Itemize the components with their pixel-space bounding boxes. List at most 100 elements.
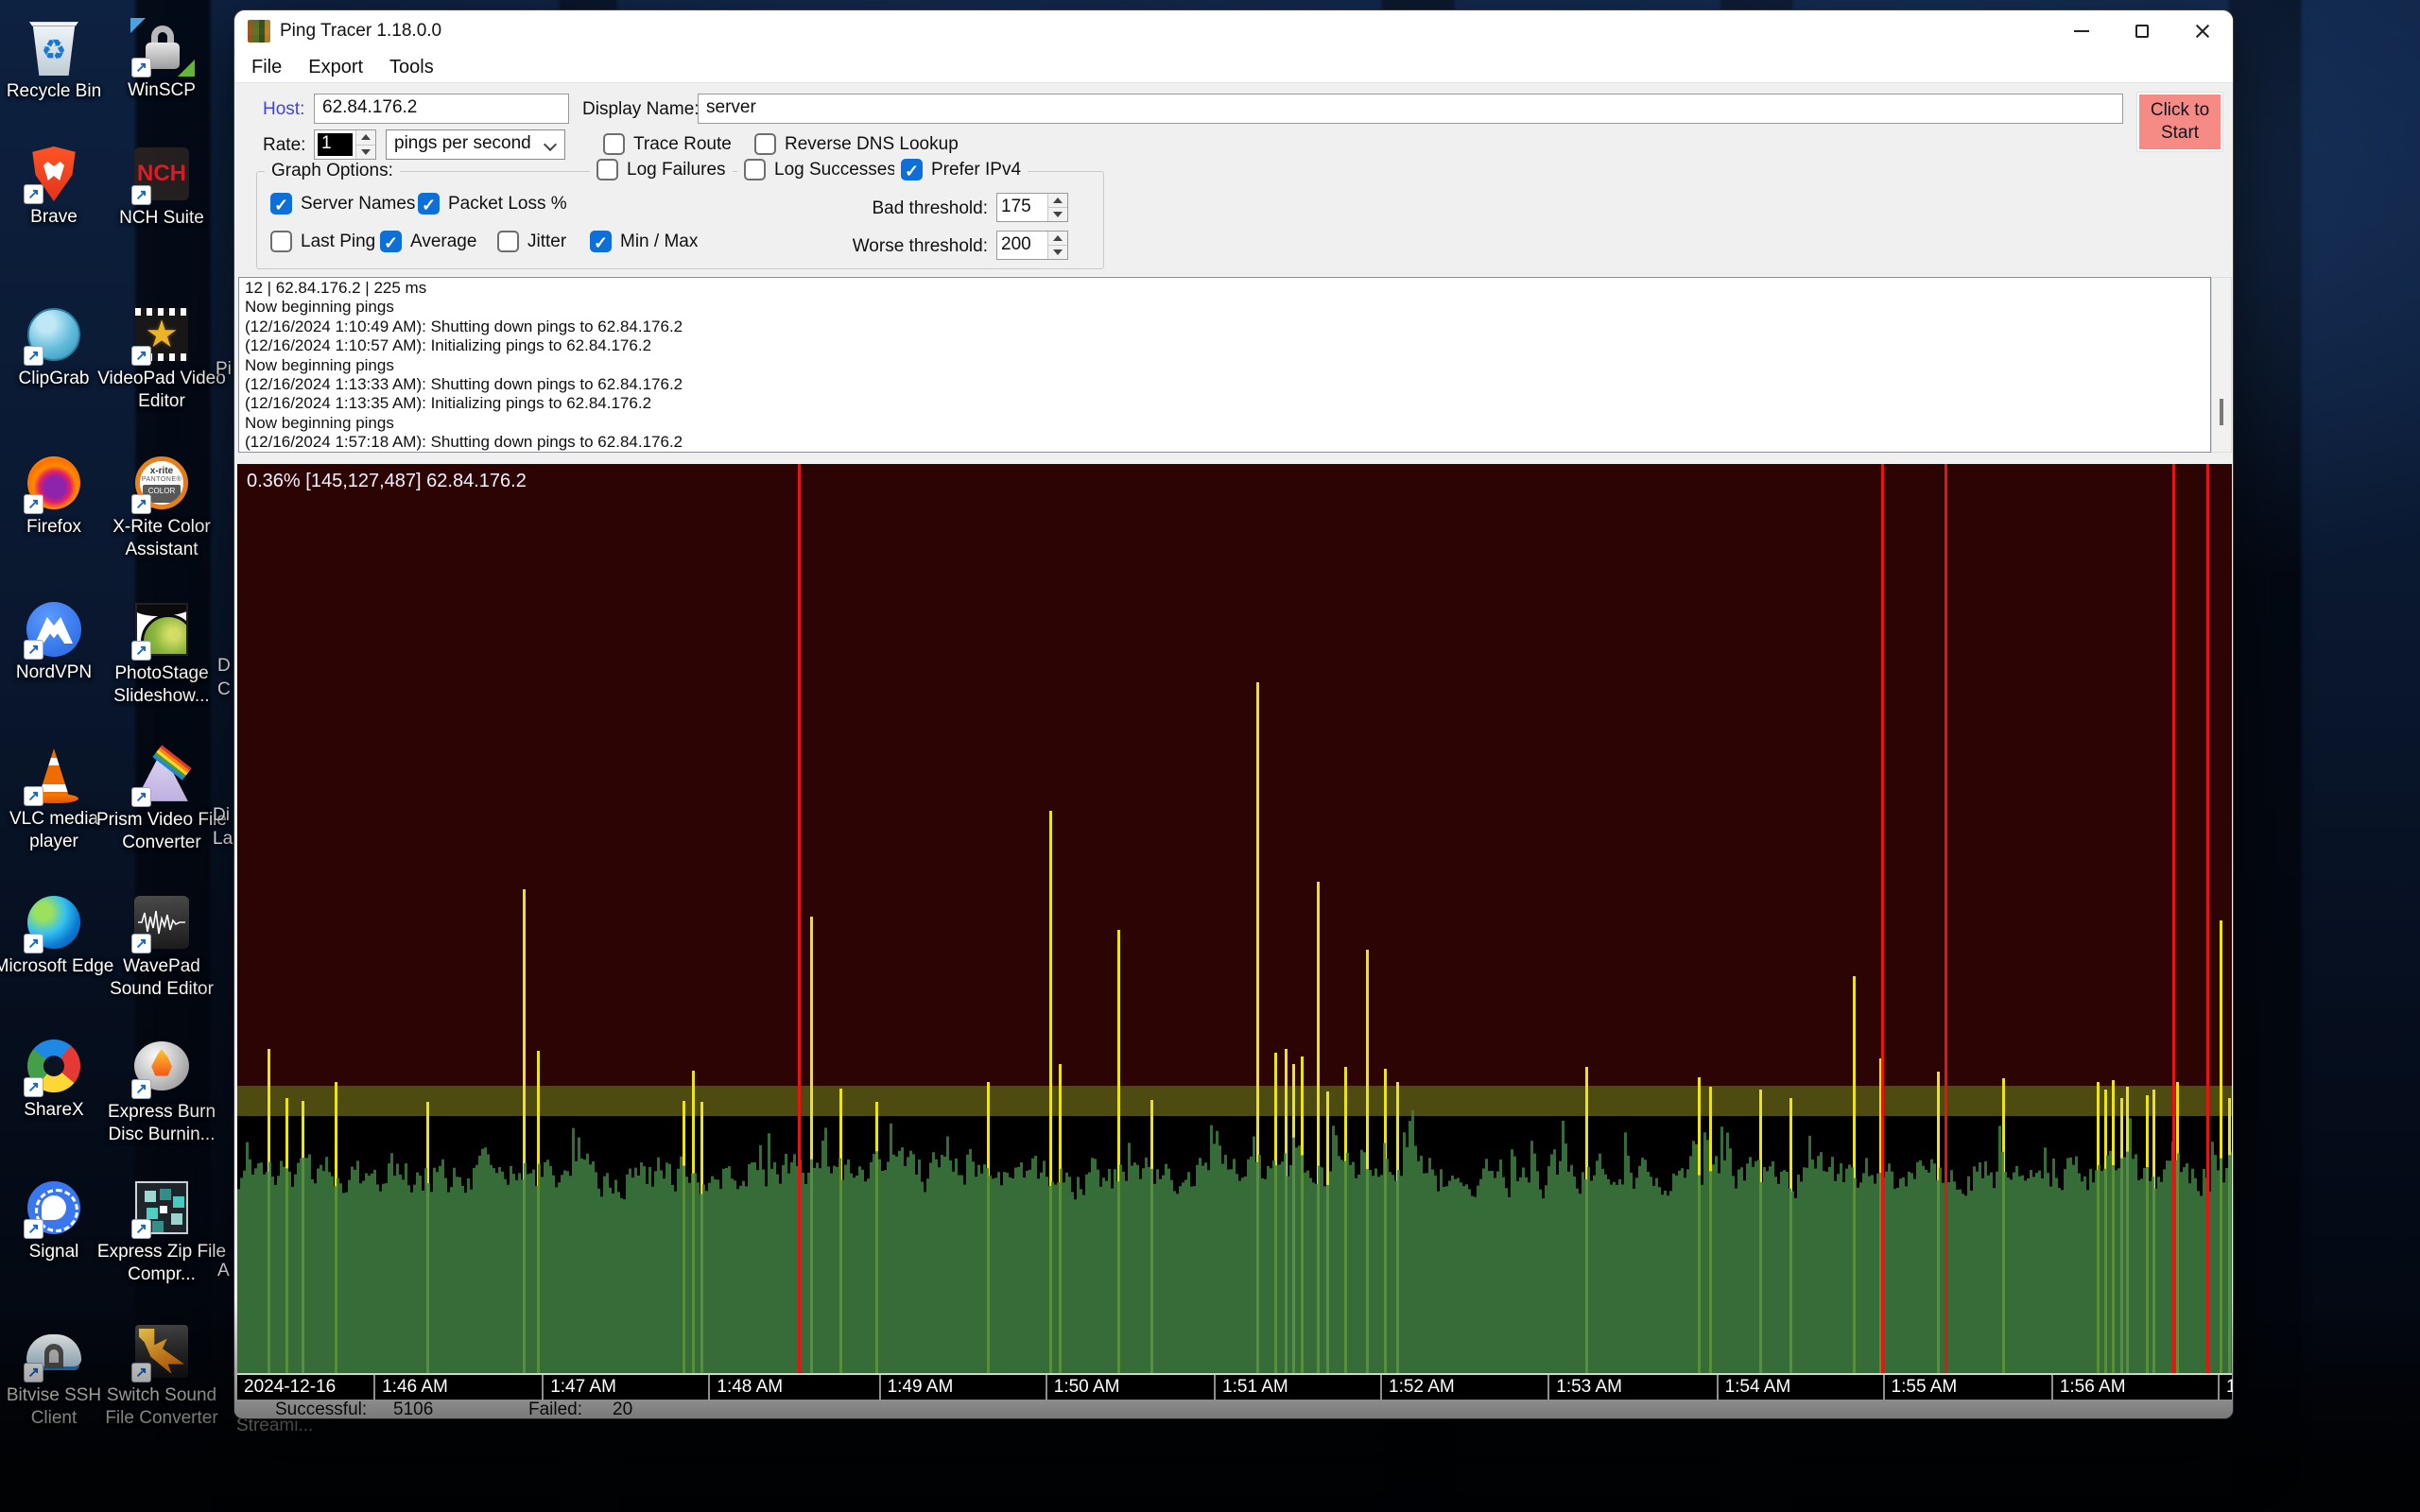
desktop-icon-nch-suite[interactable]: NCH NCH Suite xyxy=(95,146,228,230)
titlebar: Ping Tracer 1.18.0.0 xyxy=(234,10,2233,52)
rate-stepper[interactable]: 1 xyxy=(314,129,376,160)
minimize-button[interactable] xyxy=(2051,10,2112,52)
server-names-checkbox[interactable]: Server Names xyxy=(270,193,415,215)
nordvpn-icon xyxy=(26,602,81,657)
icon-label: X-Rite Color Assistant xyxy=(95,516,228,561)
worse-threshold-stepper[interactable]: 200 xyxy=(996,231,1068,260)
reverse-dns-checkbox[interactable]: Reverse DNS Lookup xyxy=(754,133,959,155)
display-name-input[interactable]: server xyxy=(698,94,2123,124)
firefox-icon xyxy=(26,456,81,511)
menu-file[interactable]: File xyxy=(238,57,295,78)
partial-icon-label: La xyxy=(213,829,233,850)
shortcut-arrow-icon xyxy=(24,1363,43,1383)
packet-loss-label: Packet Loss % xyxy=(448,194,567,215)
average-label: Average xyxy=(410,232,476,252)
bad-threshold-stepper[interactable]: 175 xyxy=(996,193,1068,222)
icon-label: Express Burn Disc Burnin... xyxy=(95,1101,228,1146)
icon-label: Express Zip File Compr... xyxy=(95,1241,228,1286)
bad-threshold-value[interactable]: 175 xyxy=(997,194,1047,221)
log-line: (12/16/2024 1:13:35 AM): Initializing pi… xyxy=(245,394,2204,413)
videopad-icon: ★ xyxy=(134,308,189,363)
desktop-icon-xrite[interactable]: x-ritePANTONE®COLOR X-Rite Color Assista… xyxy=(95,455,228,561)
status-bar: Successful: 5106 Failed: 20 xyxy=(234,1400,2233,1419)
axis-time-label: 1:51 AM xyxy=(1214,1375,1288,1400)
shortcut-arrow-icon xyxy=(24,786,43,806)
menu-tools[interactable]: Tools xyxy=(376,57,447,78)
desktop-icon-expressburn[interactable]: Express Burn Disc Burnin... xyxy=(95,1039,228,1146)
time-axis: 2024-12-161:46 AM1:47 AM1:48 AM1:49 AM1:… xyxy=(237,1373,2232,1400)
axis-time-label: 1:49 AM xyxy=(879,1375,954,1400)
jitter-checkbox[interactable]: Jitter xyxy=(497,231,566,252)
axis-time-label: 1:52 AM xyxy=(1380,1375,1455,1400)
shortcut-arrow-icon xyxy=(131,934,151,954)
desktop-icon-wavepad[interactable]: WavePad Sound Editor xyxy=(95,895,228,1001)
worse-threshold-up[interactable] xyxy=(1048,232,1067,245)
shortcut-arrow-icon xyxy=(24,934,43,954)
shortcut-arrow-icon xyxy=(131,787,151,807)
min-max-checkbox[interactable]: Min / Max xyxy=(590,231,698,252)
trace-route-checkbox[interactable]: Trace Route xyxy=(603,133,732,155)
checkbox-icon xyxy=(497,231,519,252)
min-max-label: Min / Max xyxy=(620,232,698,252)
icon-label: Switch Sound File Converter xyxy=(95,1384,228,1430)
log-successes-checkbox[interactable]: Log Successes xyxy=(737,159,903,180)
jitter-label: Jitter xyxy=(527,232,566,252)
average-checkbox[interactable]: Average xyxy=(380,231,476,252)
sharex-icon xyxy=(26,1040,81,1094)
desktop-icon-winscp[interactable]: WinSCP xyxy=(95,20,228,102)
up-arrow-icon xyxy=(361,134,371,140)
successful-value: 5106 xyxy=(393,1400,433,1419)
failed-value: 20 xyxy=(613,1400,632,1419)
desktop-icon-switchsound[interactable]: Switch Sound File Converter xyxy=(95,1324,228,1430)
close-icon xyxy=(2195,24,2210,39)
axis-time-label: 1:56 AM xyxy=(2051,1375,2126,1400)
close-button[interactable] xyxy=(2172,10,2233,52)
log-scrollbar-thumb[interactable] xyxy=(2220,399,2223,425)
up-arrow-icon xyxy=(1053,198,1063,203)
shortcut-arrow-icon xyxy=(24,346,43,366)
ping-noise-path xyxy=(237,1110,2232,1373)
down-arrow-icon xyxy=(1053,212,1063,217)
menu-export[interactable]: Export xyxy=(295,57,376,78)
partial-icon-label: D xyxy=(217,656,231,677)
axis-time-label: 1:55 AM xyxy=(1883,1375,1958,1400)
packet-loss-checkbox[interactable]: Packet Loss % xyxy=(418,193,567,215)
prefer-ipv4-checkbox[interactable]: Prefer IPv4 xyxy=(894,159,1028,180)
rate-spin-down[interactable] xyxy=(356,145,375,160)
log-line: (12/16/2024 1:10:49 AM): Shutting down p… xyxy=(245,318,2204,336)
rate-value[interactable]: 1 xyxy=(318,133,353,156)
trace-route-label: Trace Route xyxy=(633,134,732,155)
checkbox-icon xyxy=(418,193,440,215)
desktop-icon-prism[interactable]: Prism Video File Converter xyxy=(95,748,228,854)
start-button[interactable]: Click to Start xyxy=(2136,92,2223,152)
worse-threshold-down[interactable] xyxy=(1048,245,1067,259)
log-scrollbar[interactable] xyxy=(2211,277,2232,453)
express-burn-icon xyxy=(134,1041,189,1096)
express-zip-icon xyxy=(134,1181,189,1236)
last-ping-checkbox[interactable]: Last Ping xyxy=(270,231,375,252)
log-failures-checkbox[interactable]: Log Failures xyxy=(590,159,733,180)
worse-threshold-label: Worse threshold: xyxy=(853,236,988,257)
desktop-icon-videopad[interactable]: ★ VideoPad Video Editor xyxy=(95,307,228,413)
log-output[interactable]: 12 | 62.84.176.2 | 225 msNow beginning p… xyxy=(238,277,2211,453)
bad-threshold-up[interactable] xyxy=(1048,194,1067,207)
rate-spin-up[interactable] xyxy=(356,130,375,145)
desktop-icon-expresszip[interactable]: Express Zip File Compr... xyxy=(95,1180,228,1286)
down-arrow-icon xyxy=(361,149,371,155)
log-successes-label: Log Successes xyxy=(774,160,896,180)
maximize-button[interactable] xyxy=(2112,10,2172,52)
partial-icon-label: Di xyxy=(213,805,230,826)
shortcut-arrow-icon xyxy=(131,1079,151,1099)
icon-label: Prism Video File Converter xyxy=(95,809,228,854)
worse-threshold-value[interactable]: 200 xyxy=(997,232,1047,259)
shortcut-arrow-icon xyxy=(24,1077,43,1097)
checkbox-icon xyxy=(270,231,292,252)
host-input[interactable]: 62.84.176.2 xyxy=(314,94,569,124)
desktop-icon-photostage[interactable]: PhotoStage Slideshow... xyxy=(95,602,228,708)
rate-unit-dropdown[interactable]: pings per second xyxy=(386,129,565,160)
log-line: (12/16/2024 1:10:57 AM): Initializing pi… xyxy=(245,336,2204,355)
bad-threshold-down[interactable] xyxy=(1048,207,1067,221)
checkbox-icon xyxy=(590,231,612,252)
last-ping-label: Last Ping xyxy=(301,232,375,252)
successful-label: Successful: xyxy=(275,1400,367,1419)
